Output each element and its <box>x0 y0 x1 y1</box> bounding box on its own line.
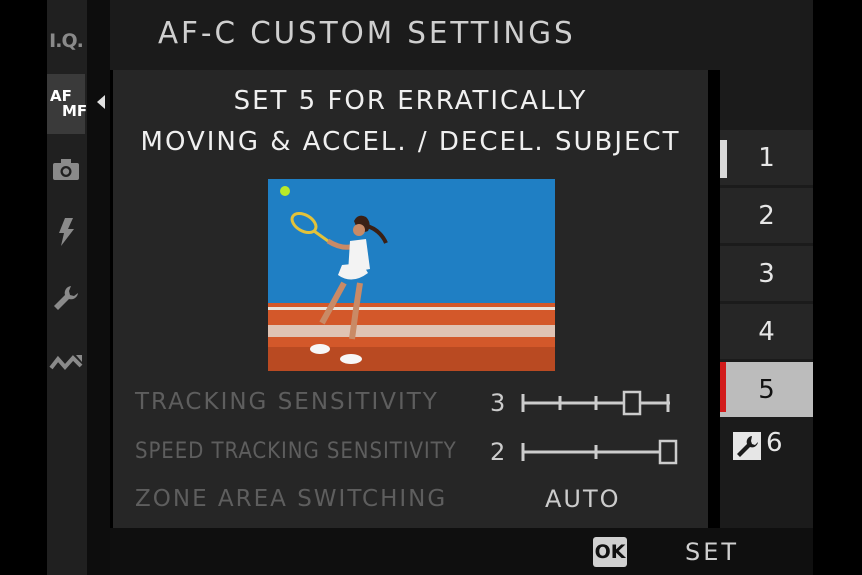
speed-tracking-sensitivity-label: SPEED TRACKING SENSITIVITY <box>135 439 457 464</box>
tracking-sensitivity-slider <box>521 390 670 416</box>
set-item-label: 5 <box>758 374 775 405</box>
set-item-label: 3 <box>758 258 775 289</box>
camera-icon <box>53 159 79 180</box>
wrench-icon <box>733 432 761 460</box>
set-item-3[interactable]: 3 <box>720 246 813 301</box>
set-action-label: SET <box>685 538 740 566</box>
set-item-4[interactable]: 4 <box>720 304 813 359</box>
wrench-icon <box>54 286 78 310</box>
scroll-indicator <box>720 140 727 178</box>
set-item-label: 6 <box>766 428 783 458</box>
set-item-5-selected[interactable]: 5 <box>720 362 813 417</box>
set-item-label: 4 <box>758 316 775 347</box>
page-title: AF-C CUSTOM SETTINGS <box>158 16 576 51</box>
selection-marker <box>720 362 726 412</box>
set-item-2[interactable]: 2 <box>720 188 813 243</box>
zone-area-switching-label: ZONE AREA SWITCHING <box>135 486 448 512</box>
setup-tab[interactable] <box>47 280 85 316</box>
flash-tab[interactable] <box>47 214 85 250</box>
zone-area-switching-value: AUTO <box>545 485 621 513</box>
af-mf-icon-line2: MF <box>62 102 88 120</box>
speed-tracking-sensitivity-slider <box>521 439 678 465</box>
ok-label: OK <box>594 541 626 563</box>
set-item-1[interactable]: 1 <box>720 130 813 185</box>
slider-thumb <box>658 439 678 465</box>
description-line-1: SET 5 FOR ERRATICALLY <box>233 86 588 116</box>
speed-tracking-sensitivity-value: 2 <box>490 438 506 466</box>
image-quality-icon: I.Q. <box>49 30 84 52</box>
tracking-sensitivity-value: 3 <box>490 389 506 417</box>
description-line-2: MOVING & ACCEL. / DECEL. SUBJECT <box>140 127 681 157</box>
rail-edge <box>87 0 110 575</box>
caret-left-icon <box>97 95 105 109</box>
ok-button-icon[interactable]: OK <box>593 537 627 567</box>
tennis-player-photo <box>268 179 555 371</box>
my-menu-icon <box>49 355 83 371</box>
my-menu-tab[interactable] <box>47 348 85 378</box>
set-item-label: 1 <box>758 142 775 173</box>
flash-icon <box>59 218 74 246</box>
af-mf-tab[interactable]: AF MF <box>47 74 88 134</box>
tracking-sensitivity-label: TRACKING SENSITIVITY <box>135 389 439 415</box>
image-quality-tab[interactable]: I.Q. <box>47 24 85 58</box>
set-item-label: 2 <box>758 200 775 231</box>
slider-thumb <box>622 390 642 416</box>
shooting-tab[interactable] <box>47 154 85 184</box>
